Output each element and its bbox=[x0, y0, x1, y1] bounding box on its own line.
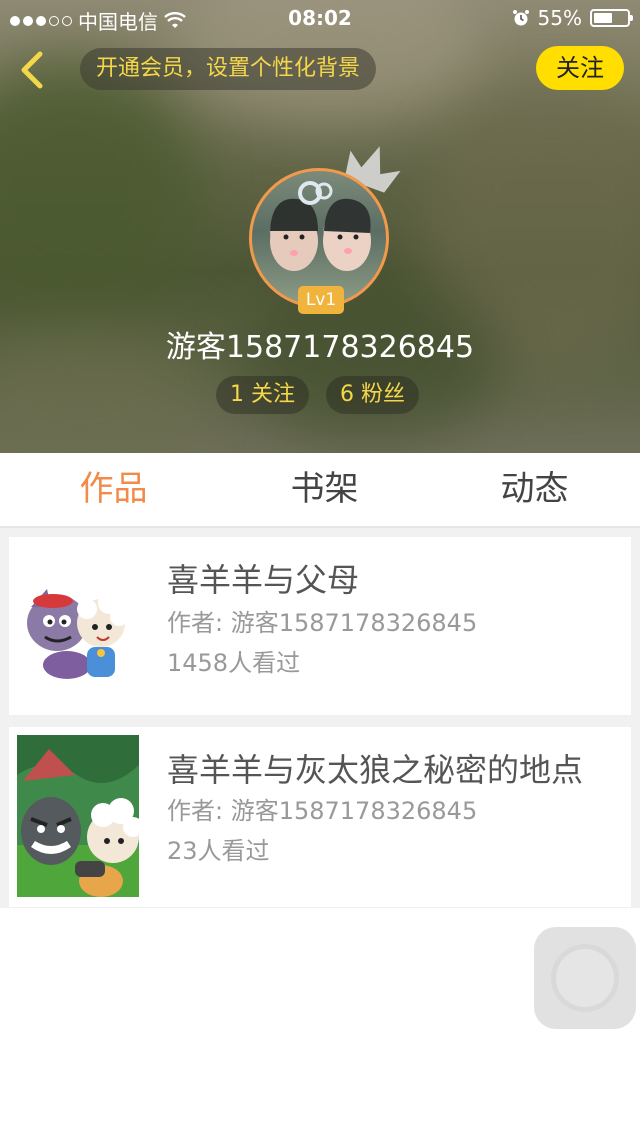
tab-works[interactable]: 作品 bbox=[7, 453, 220, 526]
cover-thumbnail bbox=[17, 735, 139, 897]
work-title: 喜羊羊与灰太狼之秘密的地点 bbox=[167, 751, 584, 789]
assistive-touch-button[interactable] bbox=[534, 927, 636, 1029]
alarm-icon bbox=[512, 10, 529, 26]
assistive-touch-icon bbox=[556, 949, 614, 1007]
cover-thumbnail bbox=[17, 545, 139, 707]
level-badge: Lv1 bbox=[298, 286, 344, 314]
tab-activity[interactable]: 动态 bbox=[428, 453, 640, 526]
back-button[interactable] bbox=[12, 48, 52, 92]
work-title: 喜羊羊与父母 bbox=[167, 561, 360, 599]
list-item[interactable]: 喜羊羊与父母 作者: 游客1587178326845 1458人看过 bbox=[9, 537, 631, 715]
work-views: 23人看过 bbox=[167, 837, 270, 865]
username: 游客1587178326845 bbox=[165, 330, 475, 365]
list-item[interactable]: 喜羊羊与灰太狼之秘密的地点 作者: 游客1587178326845 23人看过 bbox=[9, 727, 631, 907]
fans-count[interactable]: 6 粉丝 bbox=[326, 376, 419, 414]
follow-button[interactable]: 关注 bbox=[536, 46, 624, 90]
battery-percent: 55% bbox=[537, 6, 582, 30]
status-bar: 中国电信 08:02 55% bbox=[0, 0, 640, 36]
chevron-left-icon bbox=[21, 51, 43, 89]
avatar-photo bbox=[270, 181, 371, 271]
following-count[interactable]: 1 关注 bbox=[216, 376, 309, 414]
work-author: 作者: 游客1587178326845 bbox=[167, 609, 478, 637]
work-author: 作者: 游客1587178326845 bbox=[167, 797, 478, 825]
vip-background-banner[interactable]: 开通会员，设置个性化背景 bbox=[80, 48, 377, 90]
tab-bookshelf[interactable]: 书架 bbox=[218, 453, 431, 526]
battery-icon bbox=[590, 9, 633, 27]
work-views: 1458人看过 bbox=[167, 649, 301, 677]
profile-tabs: 作品 书架 动态 bbox=[0, 453, 640, 528]
